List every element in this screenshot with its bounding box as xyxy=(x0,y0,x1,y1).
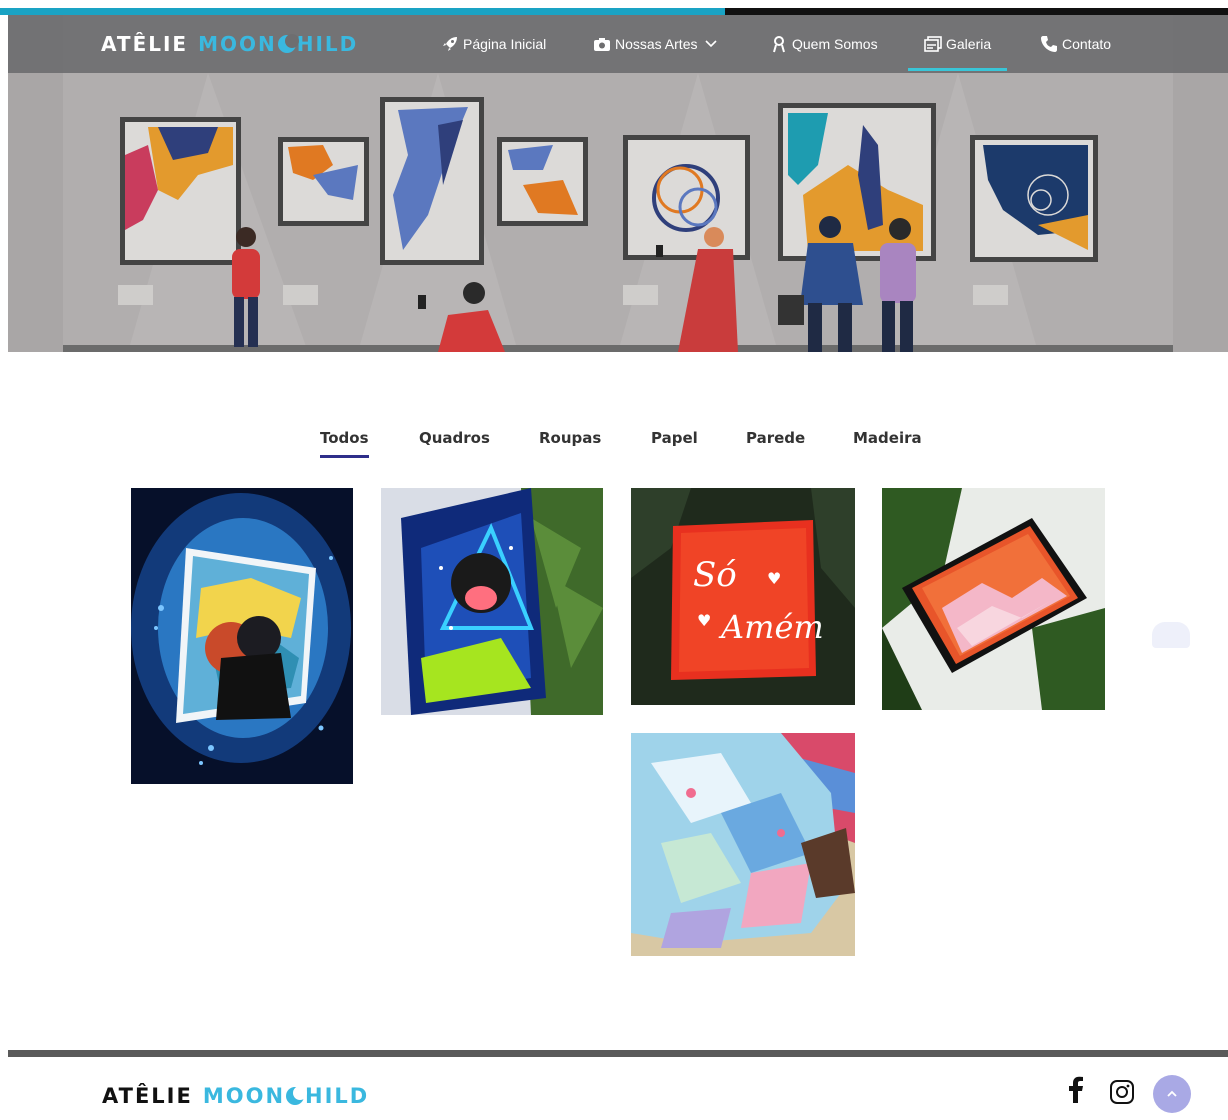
tab-madeira[interactable]: Madeira xyxy=(853,429,922,447)
nav-item-nossas-artes[interactable]: Nossas Artes xyxy=(593,28,718,60)
tab-quadros[interactable]: Quadros xyxy=(419,429,490,447)
side-scroll-button[interactable] xyxy=(1152,622,1190,648)
tab-papel[interactable]: Papel xyxy=(651,429,698,447)
lettering-painting-image: Só Amém ♥ ♥ xyxy=(631,488,855,705)
brand-word-3: HILD xyxy=(305,1084,370,1108)
gallery-icon xyxy=(924,35,942,53)
moon-icon xyxy=(286,1086,308,1105)
tie-dye-shirt-image xyxy=(631,733,855,956)
portrait-painting-image xyxy=(131,488,353,784)
tab-parede[interactable]: Parede xyxy=(746,429,805,447)
svg-text:♥: ♥ xyxy=(767,569,781,588)
gallery-item-red-abstract-painting[interactable] xyxy=(882,488,1105,710)
facebook-icon[interactable] xyxy=(1066,1076,1086,1106)
tab-todos[interactable]: Todos xyxy=(320,429,369,458)
camera-icon xyxy=(593,35,611,53)
nav-label: Quem Somos xyxy=(792,36,878,52)
brand-word-2: MOON xyxy=(202,1084,286,1108)
nav-item-galeria[interactable]: Galeria xyxy=(907,28,1008,71)
gallery-filter-tabs: Todos Quadros Roupas Papel Parede Madeir… xyxy=(0,425,1228,459)
svg-text:♥: ♥ xyxy=(697,611,711,630)
red-abstract-painting-image xyxy=(882,488,1105,710)
brand-word-1: ATÊLIE xyxy=(102,1084,193,1108)
nav-menu: Página Inicial Nossas Artes Quem Somos G… xyxy=(8,15,1228,73)
footer-brand-logo[interactable]: ATÊLIE MOON HILD xyxy=(102,1084,369,1108)
nav-label: Contato xyxy=(1062,36,1112,52)
nav-item-quem-somos[interactable]: Quem Somos xyxy=(770,28,878,60)
page: ATÊLIE MOON HILD Página Inicial Nossas A… xyxy=(0,0,1228,1120)
dog-painting-image xyxy=(381,488,603,715)
tab-roupas[interactable]: Roupas xyxy=(539,429,601,447)
user-icon xyxy=(770,35,788,53)
chevron-up-icon xyxy=(1166,1090,1178,1098)
scroll-progress-bar xyxy=(0,8,1228,15)
footer-divider xyxy=(8,1050,1228,1057)
gallery-item-dog-painting[interactable] xyxy=(381,488,603,715)
top-navbar: ATÊLIE MOON HILD Página Inicial Nossas A… xyxy=(8,15,1228,73)
gallery-item-tie-dye-shirt[interactable] xyxy=(631,733,855,956)
chevron-down-icon xyxy=(705,40,718,48)
scroll-progress-fill xyxy=(0,8,725,15)
gallery-item-lettering-painting[interactable]: Só Amém ♥ ♥ xyxy=(631,488,855,705)
painting-text-line2: Amém xyxy=(718,608,824,646)
painting-text-line1: Só xyxy=(693,555,737,595)
back-to-top-button[interactable] xyxy=(1153,1075,1191,1113)
instagram-icon[interactable] xyxy=(1109,1079,1135,1105)
nav-label: Página Inicial xyxy=(463,36,547,52)
nav-item-contato[interactable]: Contato xyxy=(1040,28,1111,60)
gallery-item-portrait-painting[interactable] xyxy=(131,488,353,784)
rocket-icon xyxy=(441,35,459,53)
phone-icon xyxy=(1040,35,1058,53)
nav-label: Nossas Artes xyxy=(615,36,698,52)
nav-item-pagina-inicial[interactable]: Página Inicial xyxy=(441,28,546,60)
nav-label: Galeria xyxy=(946,36,992,52)
